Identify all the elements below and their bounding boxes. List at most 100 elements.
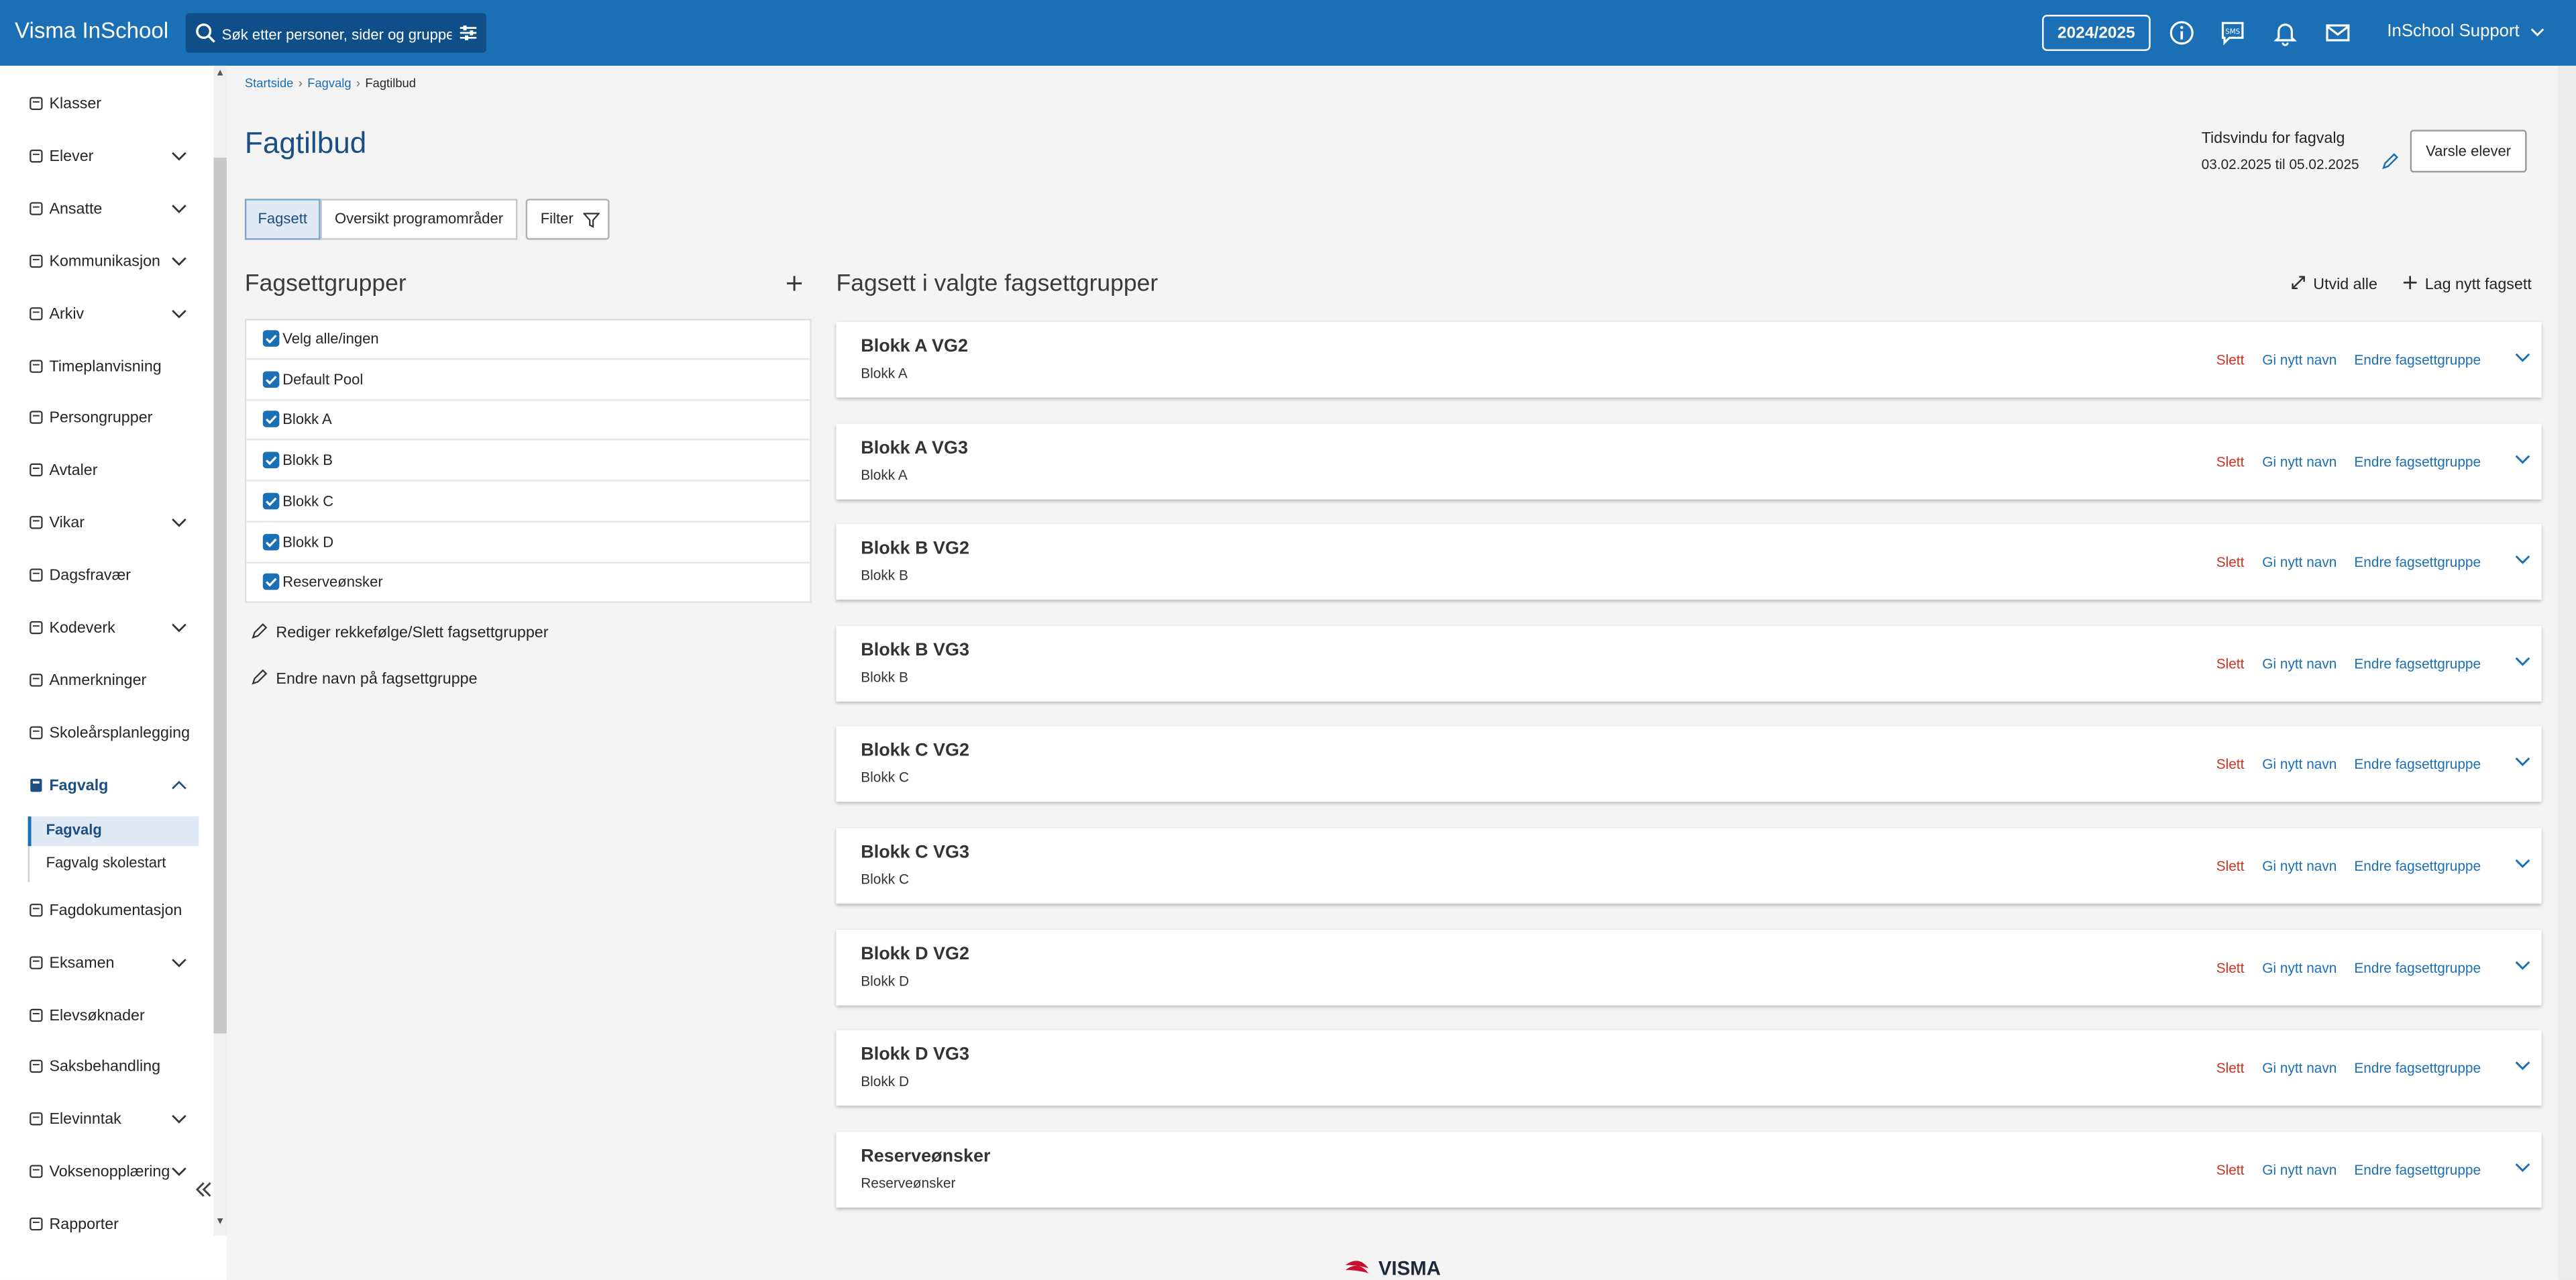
scroll-down-arrow[interactable]: ▼ [215, 1218, 225, 1228]
delete-link[interactable]: Slett [2216, 352, 2245, 368]
info-icon[interactable] [2169, 19, 2195, 46]
group-row[interactable]: Blokk A [246, 402, 810, 441]
sms-icon[interactable]: SMS [2220, 19, 2246, 46]
rename-link[interactable]: Gi nytt navn [2262, 756, 2337, 772]
change-group-link[interactable]: Endre fagsettgruppe [2354, 352, 2481, 368]
group-row[interactable]: Blokk C [246, 483, 810, 523]
collapse-sidebar-icon[interactable] [193, 1178, 215, 1201]
sidebar-item-eksamen[interactable]: Eksamen [28, 950, 205, 983]
sidebar-item-fagdokumentasjon[interactable]: Fagdokumentasjon [28, 897, 205, 930]
sidebar-item-skole-rsplanlegging[interactable]: Skoleårsplanlegging [28, 720, 205, 753]
search-settings-icon[interactable] [457, 21, 480, 44]
rename-link[interactable]: Gi nytt navn [2262, 857, 2337, 873]
delete-link[interactable]: Slett [2216, 553, 2245, 570]
rename-group-link[interactable]: Endre navn på fagsettgruppe [252, 669, 478, 688]
group-row[interactable]: Blokk D [246, 523, 810, 563]
sidebar-item-fagvalg[interactable]: Fagvalg [28, 772, 205, 805]
rename-link[interactable]: Gi nytt navn [2262, 655, 2337, 672]
pencil-icon[interactable] [2381, 153, 2399, 171]
rename-link[interactable]: Gi nytt navn [2262, 1060, 2337, 1076]
delete-link[interactable]: Slett [2216, 959, 2245, 975]
checkbox-checked[interactable] [262, 411, 280, 428]
sidebar-item-dagsfrav-r[interactable]: Dagsfravær [28, 562, 205, 595]
group-row[interactable]: Default Pool [246, 361, 810, 401]
change-group-link[interactable]: Endre fagsettgruppe [2354, 454, 2481, 470]
sidebar-item-anmerkninger[interactable]: Anmerkninger [28, 667, 205, 700]
group-row[interactable]: Velg alle/ingen [246, 321, 810, 360]
user-menu[interactable]: InSchool Support [2387, 21, 2545, 41]
delete-link[interactable]: Slett [2216, 857, 2245, 873]
sidebar-item-timeplanvisning[interactable]: Timeplanvisning [28, 354, 205, 386]
varsle-elever-button[interactable]: Varsle elever [2410, 129, 2527, 173]
search-input[interactable] [218, 17, 455, 51]
change-group-link[interactable]: Endre fagsettgruppe [2354, 857, 2481, 873]
sidebar-scrollbar[interactable]: ▲ ▼ [213, 65, 227, 1236]
sidebar-item-saksbehandling[interactable]: Saksbehandling [28, 1053, 205, 1086]
rename-link[interactable]: Gi nytt navn [2262, 454, 2337, 470]
checkbox-checked[interactable] [262, 330, 280, 347]
change-group-link[interactable]: Endre fagsettgruppe [2354, 1161, 2481, 1177]
new-fagsett-button[interactable]: Lag nytt fagsett [2402, 274, 2532, 294]
add-group-icon[interactable] [786, 274, 804, 292]
scroll-up-arrow[interactable]: ▲ [215, 69, 225, 79]
chevron-down-icon[interactable] [2514, 956, 2532, 974]
tab-oversikt-programomrader[interactable]: Oversikt programområder [320, 199, 518, 240]
chevron-down-icon[interactable] [2514, 753, 2532, 771]
chevron-down-icon[interactable] [2514, 550, 2532, 568]
delete-link[interactable]: Slett [2216, 454, 2245, 470]
change-group-link[interactable]: Endre fagsettgruppe [2354, 655, 2481, 672]
school-year-button[interactable]: 2024/2025 [2042, 15, 2151, 51]
scrollbar-thumb[interactable] [213, 158, 227, 1034]
sidebar-item-elever[interactable]: Elever [28, 143, 205, 176]
checkbox-checked[interactable] [262, 370, 280, 388]
sidebar-subitem-fagvalg[interactable]: Fagvalg [28, 816, 199, 847]
change-group-link[interactable]: Endre fagsettgruppe [2354, 959, 2481, 975]
checkbox-checked[interactable] [262, 492, 280, 509]
change-group-link[interactable]: Endre fagsettgruppe [2354, 553, 2481, 570]
checkbox-checked[interactable] [262, 574, 280, 590]
sidebar-item-elevs-knader[interactable]: Elevsøknader [28, 1002, 205, 1035]
chevron-down-icon[interactable] [2514, 652, 2532, 670]
group-row[interactable]: Blokk B [246, 442, 810, 482]
page-scrollbar[interactable] [2558, 65, 2576, 1280]
search-box[interactable] [185, 13, 486, 53]
rename-link[interactable]: Gi nytt navn [2262, 959, 2337, 975]
sidebar-item-arkiv[interactable]: Arkiv [28, 301, 205, 333]
brand-title[interactable]: Visma InSchool [15, 18, 168, 43]
mail-icon[interactable] [2324, 19, 2351, 46]
chevron-down-icon[interactable] [2514, 854, 2532, 872]
sidebar-item-klasser[interactable]: Klasser [28, 91, 205, 123]
breadcrumb-startside[interactable]: Startside [245, 76, 294, 91]
rename-link[interactable]: Gi nytt navn [2262, 553, 2337, 570]
change-group-link[interactable]: Endre fagsettgruppe [2354, 756, 2481, 772]
breadcrumb-fagvalg[interactable]: Fagvalg [307, 76, 351, 91]
group-row[interactable]: Reserveønsker [246, 564, 810, 603]
rename-link[interactable]: Gi nytt navn [2262, 1161, 2337, 1177]
change-group-link[interactable]: Endre fagsettgruppe [2354, 1060, 2481, 1076]
chevron-down-icon[interactable] [2514, 348, 2532, 366]
sidebar-item-vikar[interactable]: Vikar [28, 509, 205, 542]
sidebar-item-kodeverk[interactable]: Kodeverk [28, 615, 205, 647]
sidebar-item-voksenoppl-ring[interactable]: Voksenopplæring [28, 1159, 205, 1191]
delete-link[interactable]: Slett [2216, 1161, 2245, 1177]
edit-order-delete-groups-link[interactable]: Rediger rekkefølge/Slett fagsettgrupper [252, 623, 549, 643]
chevron-down-icon[interactable] [2514, 1057, 2532, 1075]
rename-link[interactable]: Gi nytt navn [2262, 352, 2337, 368]
sidebar-item-kommunikasjon[interactable]: Kommunikasjon [28, 248, 205, 281]
checkbox-checked[interactable] [262, 533, 280, 550]
delete-link[interactable]: Slett [2216, 655, 2245, 672]
tab-fagsett[interactable]: Fagsett [244, 199, 321, 240]
filter-button[interactable]: Filter [525, 199, 610, 240]
sidebar-subitem-fagvalg-skolestart[interactable]: Fagvalg skolestart [28, 849, 199, 879]
sidebar-item-ansatte[interactable]: Ansatte [28, 195, 205, 228]
sidebar-item-elevinntak[interactable]: Elevinntak [28, 1106, 205, 1138]
sidebar-item-persongrupper[interactable]: Persongrupper [28, 404, 205, 437]
chevron-down-icon[interactable] [2514, 1159, 2532, 1177]
delete-link[interactable]: Slett [2216, 1060, 2245, 1076]
checkbox-checked[interactable] [262, 451, 280, 469]
delete-link[interactable]: Slett [2216, 756, 2245, 772]
sidebar-item-rapporter[interactable]: Rapporter [28, 1211, 205, 1244]
sidebar-item-avtaler[interactable]: Avtaler [28, 457, 205, 490]
bell-icon[interactable] [2272, 19, 2298, 46]
expand-all-button[interactable]: Utvid alle [2290, 274, 2377, 294]
